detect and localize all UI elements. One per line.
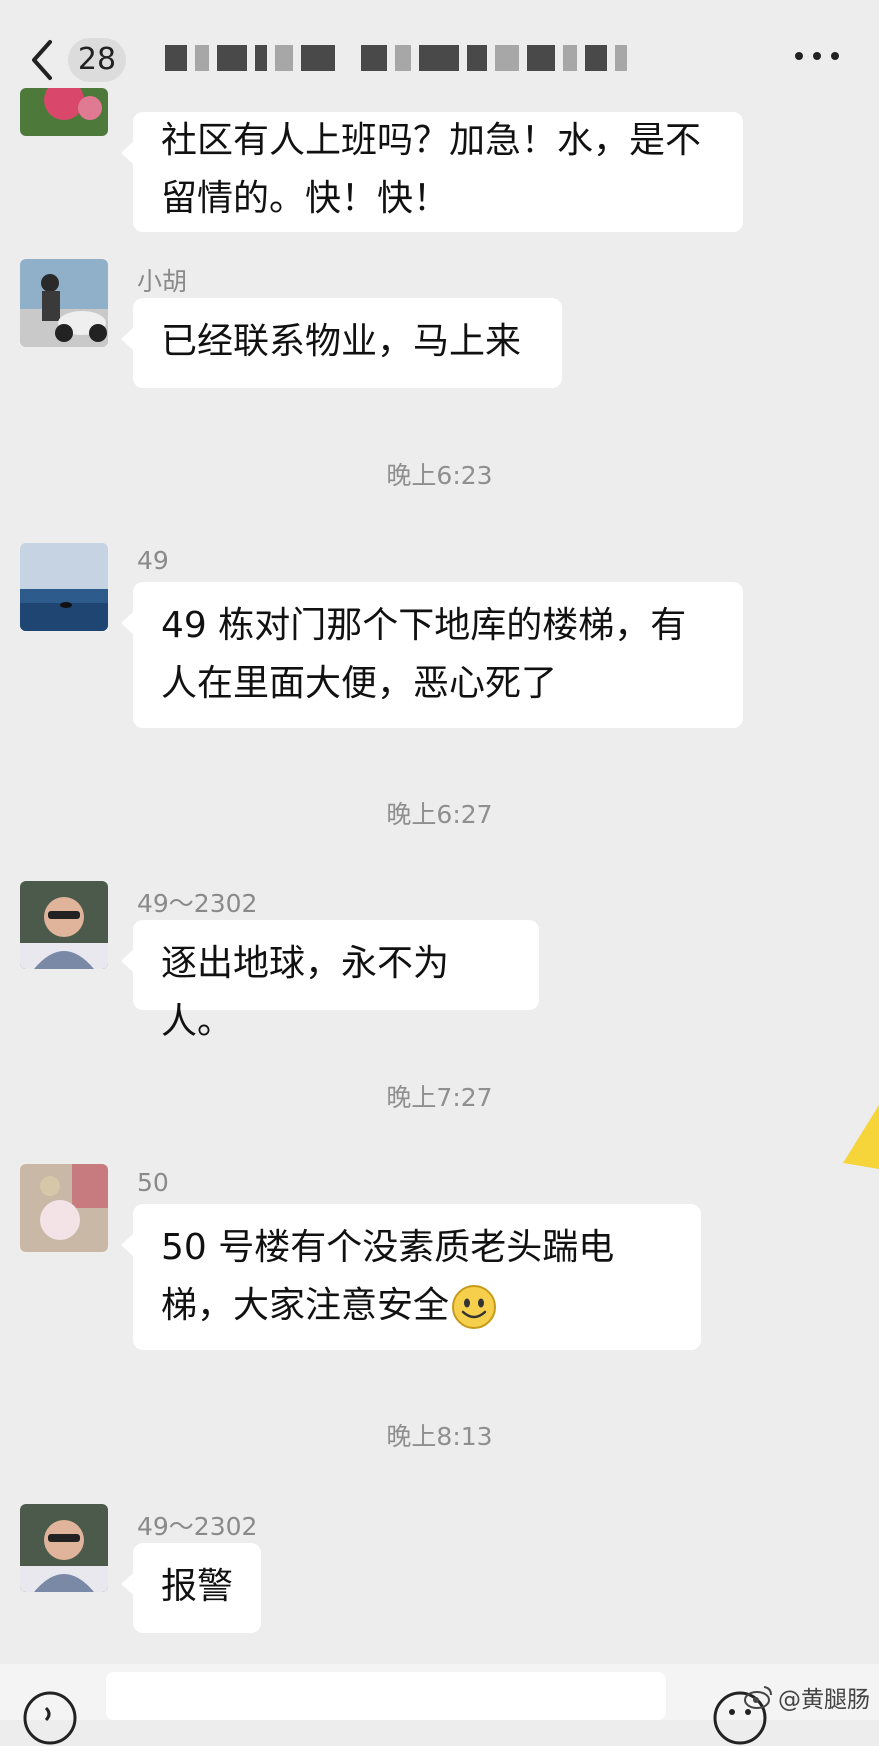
smiley-emoji-icon	[452, 1285, 497, 1329]
message-bubble[interactable]: 49 栋对门那个下地库的楼梯，有人在里面大便，恶心死了	[121, 582, 743, 728]
unread-count-badge[interactable]: 28	[68, 38, 126, 82]
watermark: @黄腿肠	[744, 1680, 870, 1714]
chat-header: 28	[0, 0, 879, 112]
message-text: 50 号楼有个没素质老头踹电梯，大家注意安全	[161, 1227, 615, 1326]
message-text: 49 栋对门那个下地库的楼梯，有人在里面大便，恶心死了	[161, 605, 687, 704]
message-text: 逐出地球，永不为人。	[161, 943, 450, 1042]
weibo-logo-icon	[744, 1686, 772, 1709]
chevron-left-icon[interactable]	[28, 38, 56, 82]
more-dots-icon[interactable]	[795, 52, 839, 60]
avatar[interactable]	[20, 1504, 108, 1592]
avatar[interactable]	[20, 259, 108, 347]
timestamp: 晚上8:13	[386, 1422, 493, 1451]
yellow-overlay-shape	[843, 1105, 879, 1169]
sender-name: 49～2302	[137, 889, 258, 918]
sender-name: 50	[137, 1168, 169, 1197]
avatar[interactable]	[20, 1164, 108, 1252]
timestamp: 晚上6:27	[386, 800, 493, 829]
message-bubble[interactable]: 逐出地球，永不为人。	[121, 920, 539, 1042]
message-text: 报警	[161, 1566, 234, 1607]
message-bubble[interactable]: 社区有人上班吗？加急！水，是不留情的。快！快！	[121, 112, 743, 232]
message-input[interactable]	[106, 1672, 666, 1720]
chat-title-obscured	[165, 38, 627, 78]
sender-name: 49～2302	[137, 1512, 258, 1541]
avatar[interactable]	[20, 88, 108, 136]
timestamp: 晚上7:27	[386, 1083, 493, 1112]
sender-name: 49	[137, 546, 169, 575]
message-text: 已经联系物业，马上来	[161, 321, 522, 362]
timestamp: 晚上6:23	[386, 461, 493, 490]
message-bubble[interactable]: 50 号楼有个没素质老头踹电梯，大家注意安全	[121, 1204, 701, 1350]
watermark-text: @黄腿肠	[778, 1687, 870, 1713]
message-bubble[interactable]: 已经联系物业，马上来	[121, 298, 562, 388]
avatar[interactable]	[20, 881, 108, 969]
message-text: 社区有人上班吗？加急！水，是不留情的。快！快！	[161, 120, 702, 219]
sender-name: 小胡	[137, 267, 188, 296]
avatar[interactable]	[20, 543, 108, 631]
voice-icon[interactable]	[22, 1690, 78, 1746]
message-bubble[interactable]: 报警	[121, 1543, 261, 1633]
